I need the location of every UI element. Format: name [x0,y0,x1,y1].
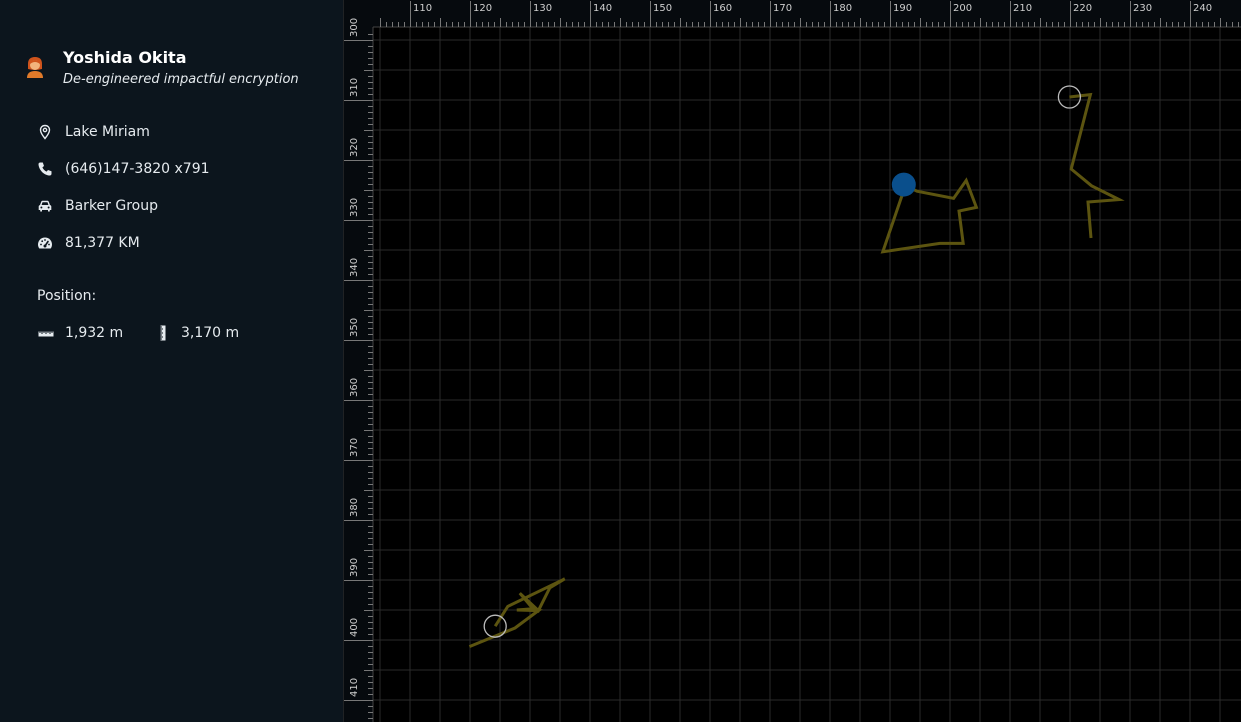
top-ruler-label: 170 [773,3,792,14]
vehicle-track-2[interactable] [1069,92,1125,239]
left-ruler-label: 330 [349,198,360,217]
phone-icon [37,161,53,177]
detail-location-text: Lake Miriam [65,124,150,140]
position-y: 3,170 m [153,323,239,343]
left-ruler-label: 350 [349,318,360,337]
top-ruler-label: 110 [413,3,432,14]
top-ruler-label: 240 [1193,3,1212,14]
position-x-value: 1,932 m [65,325,124,341]
map-canvas[interactable]: 110 120 130 140 150 160 170 180 190 200 210 220 230 2… [343,0,1241,722]
detail-mileage-text: 81,377 KM [65,235,140,251]
left-ruler-label: 390 [349,558,360,577]
detail-mileage: 81,377 KM [37,233,140,253]
vertical-ruler-icon [153,325,171,341]
left-ruler-label: 300 [349,18,360,37]
left-ruler-label: 410 [349,678,360,697]
top-ruler-label: 230 [1133,3,1152,14]
left-ruler-label: 370 [349,438,360,457]
top-ruler-label: 160 [713,3,732,14]
top-ruler-label: 130 [533,3,552,14]
top-ruler-label: 120 [473,3,492,14]
vehicle-track-3[interactable] [468,577,566,648]
left-ruler-label: 400 [349,618,360,637]
top-ruler-label: 150 [653,3,672,14]
driver-info-panel: Yoshida Okita De-engineered impactful en… [0,0,343,722]
left-ruler [343,0,373,722]
top-ruler-label: 200 [953,3,972,14]
top-ruler-label: 220 [1073,3,1092,14]
speedometer-icon [37,235,53,251]
map-view[interactable]: 110 120 130 140 150 160 170 180 190 200 210 220 230 2… [343,0,1241,722]
position-y-value: 3,170 m [181,325,240,341]
map-pin-icon [37,124,53,140]
detail-location: Lake Miriam [37,122,150,142]
person-avatar-icon [25,56,45,78]
left-ruler-label: 380 [349,498,360,517]
current-position-marker[interactable] [891,172,916,197]
detail-phone: (646)147-3820 x791 [37,159,210,179]
horizontal-ruler-icon [37,325,55,341]
position-label: Position: [37,288,97,304]
top-ruler-label: 140 [593,3,612,14]
top-ruler-label: 180 [833,3,852,14]
left-ruler-label: 320 [349,138,360,157]
car-icon [37,198,53,214]
detail-company: Barker Group [37,196,158,216]
detail-phone-text: (646)147-3820 x791 [65,161,210,177]
left-ruler-label: 340 [349,258,360,277]
left-ruler-label: 310 [349,78,360,97]
top-ruler-label: 190 [893,3,912,14]
driver-name: Yoshida Okita [63,48,187,67]
position-x: 1,932 m [37,323,123,343]
driver-subtitle: De-engineered impactful encryption [63,72,299,87]
left-ruler-label: 360 [349,378,360,397]
detail-company-text: Barker Group [65,198,158,214]
top-ruler-label: 210 [1013,3,1032,14]
